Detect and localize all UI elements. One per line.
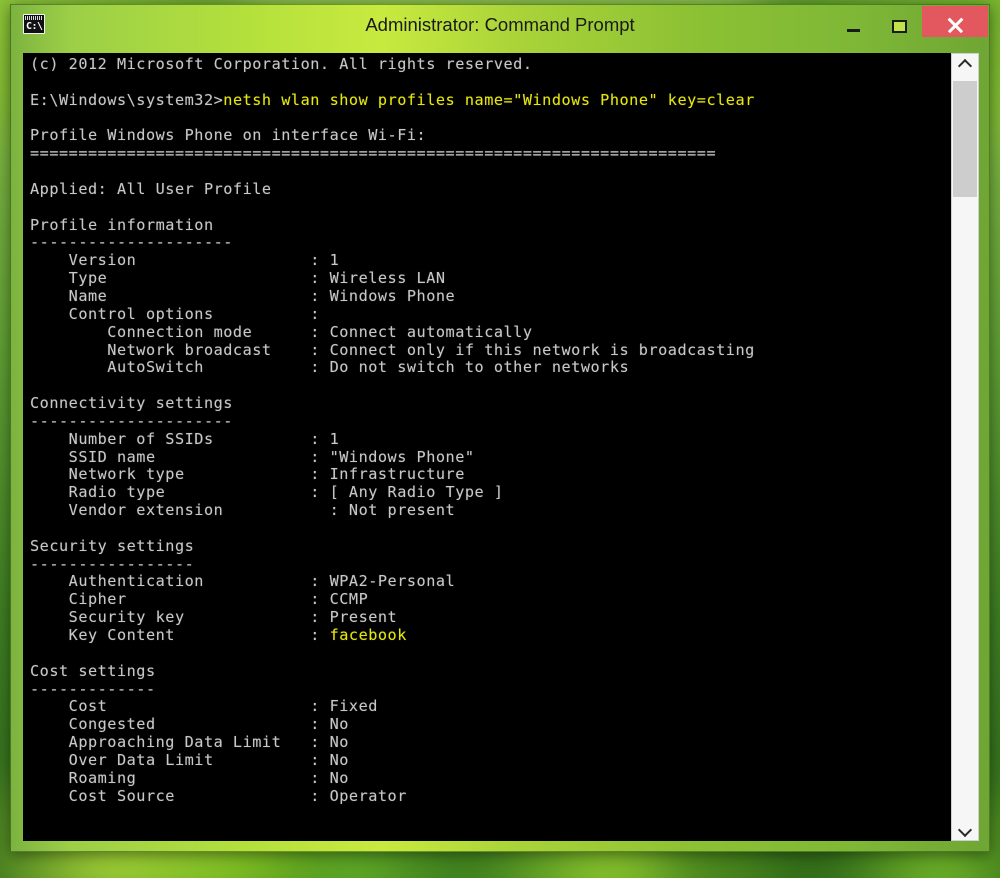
- close-button[interactable]: [922, 6, 988, 37]
- minimize-icon: [846, 29, 860, 32]
- maximize-icon: [891, 19, 907, 33]
- chevron-up-icon: [957, 58, 973, 74]
- close-icon: [946, 16, 964, 34]
- command-prompt-window: C:\ Administrator: Command Prompt (c) 20…: [10, 4, 990, 852]
- title-bar[interactable]: C:\ Administrator: Command Prompt: [11, 5, 989, 45]
- chevron-down-icon: [957, 822, 973, 838]
- maximize-button[interactable]: [876, 6, 922, 37]
- console-text: (c) 2012 Microsoft Corporation. All righ…: [30, 55, 755, 841]
- scroll-down-button[interactable]: [952, 816, 978, 840]
- icon-title-stripe: [25, 16, 43, 20]
- minimize-button[interactable]: [830, 6, 876, 37]
- console-output-pane[interactable]: (c) 2012 Microsoft Corporation. All righ…: [23, 53, 951, 841]
- scroll-up-button[interactable]: [952, 54, 978, 78]
- vertical-scrollbar[interactable]: [951, 53, 979, 841]
- icon-prompt-glyph: C:\: [26, 21, 43, 32]
- command-prompt-icon: C:\: [23, 14, 45, 34]
- scrollbar-thumb[interactable]: [953, 81, 977, 197]
- console-client-area: (c) 2012 Microsoft Corporation. All righ…: [23, 53, 979, 841]
